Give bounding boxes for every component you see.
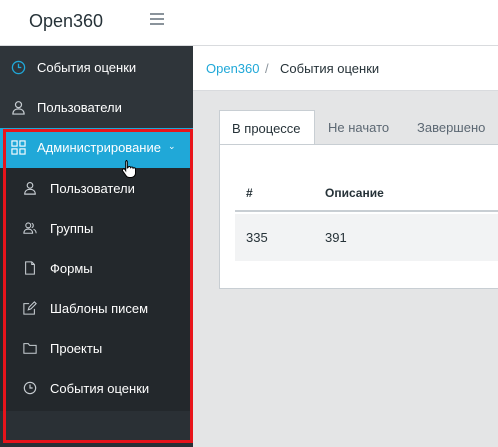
table-header: # Описание [235,172,498,212]
sidebar-item-label: События оценки [37,60,137,75]
file-icon [23,261,37,275]
breadcrumb-current: События оценки [280,61,380,76]
submenu-item-label: Группы [50,221,94,236]
sidebar-item-events[interactable]: События оценки [0,48,193,88]
folder-icon [23,341,37,355]
user-icon [23,181,37,195]
top-navbar: Open360 [0,0,498,46]
submenu-item-label: События оценки [50,381,150,396]
submenu-item-groups[interactable]: Группы [0,208,193,248]
submenu-item-label: Формы [50,261,93,276]
tab-label: Не начато [328,120,390,135]
submenu-item-events[interactable]: События оценки [0,368,193,408]
breadcrumb: Open360 / События оценки [193,46,498,91]
submenu-item-projects[interactable]: Проекты [0,328,193,368]
chevron-down-icon: ⌄ [168,141,176,151]
submenu-item-label: Проекты [50,341,103,356]
breadcrumb-root-link[interactable]: Open360 [206,61,260,76]
user-icon [11,100,26,115]
brand-logo[interactable]: Open360 [29,11,103,32]
submenu-item-forms[interactable]: Формы [0,248,193,288]
column-header-description[interactable]: Описание [325,186,384,200]
sidebar-item-label: Администрирование [37,140,161,155]
admin-submenu: Пользователи Группы Формы Шаблоны писем … [0,168,193,411]
cell-number: 335 [246,230,268,245]
sidebar: События оценки Пользователи Администриро… [0,46,193,447]
submenu-item-label: Шаблоны писем [50,301,149,316]
clock-icon [11,60,26,75]
submenu-item-label: Пользователи [50,181,135,196]
hand-cursor-icon [121,159,137,179]
edit-icon [23,301,37,315]
sidebar-item-administration[interactable]: Администрирование ⌄ [0,128,193,168]
sidebar-item-label: Пользователи [37,100,122,115]
sidebar-minimizer[interactable] [0,411,193,447]
tab-not-started[interactable]: Не начато [315,110,405,145]
tab-label: Завершено [417,120,486,135]
tab-label: В процессе [232,121,301,136]
clock-icon [23,381,37,395]
tab-content-panel: # Описание 335 391 [219,144,498,289]
submenu-item-email-templates[interactable]: Шаблоны писем [0,288,193,328]
column-header-number[interactable]: # [246,186,253,200]
cell-description: 391 [325,230,347,245]
grid-icon [11,140,26,155]
tab-completed[interactable]: Завершено [405,110,498,145]
status-tabs: В процессе Не начато Завершено [219,110,498,145]
breadcrumb-separator: / [265,61,269,76]
tab-in-progress[interactable]: В процессе [219,110,315,145]
users-icon [23,221,37,235]
sidebar-item-users[interactable]: Пользователи [0,88,193,128]
hamburger-icon[interactable] [150,13,164,27]
table-row[interactable]: 335 391 [235,214,498,261]
submenu-item-users[interactable]: Пользователи [0,168,193,208]
